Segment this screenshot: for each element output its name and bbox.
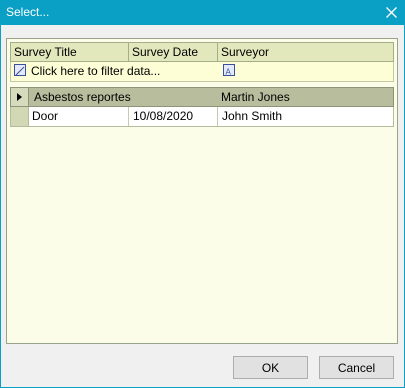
cell-survey-date[interactable]: 10/08/2020	[129, 107, 218, 126]
column-header-survey-date[interactable]: Survey Date	[129, 43, 218, 61]
svg-text:A: A	[226, 68, 232, 77]
title-bar: Select...	[0, 0, 405, 25]
grid-header: Survey Title Survey Date Surveyor	[10, 42, 394, 62]
close-icon	[385, 7, 397, 18]
cell-survey-title[interactable]: Door	[28, 107, 129, 126]
group-row-surveyor: Martin Jones	[221, 90, 290, 104]
cancel-button[interactable]: Cancel	[319, 356, 394, 379]
group-row[interactable]: Asbestos reportes Martin Jones	[10, 87, 394, 107]
arrow-right-icon	[17, 93, 22, 101]
table-row[interactable]: Door 10/08/2020 John Smith	[10, 107, 394, 127]
close-button[interactable]	[377, 0, 405, 25]
filter-placeholder[interactable]: Click here to filter data...	[31, 64, 160, 78]
column-header-survey-title[interactable]: Survey Title	[11, 43, 129, 61]
window-title: Select...	[6, 5, 50, 19]
column-header-surveyor[interactable]: Surveyor	[218, 43, 393, 61]
data-grid: Survey Title Survey Date Surveyor Click …	[6, 38, 398, 344]
filter-icon[interactable]	[14, 64, 26, 76]
filter-row[interactable]: Click here to filter data... A	[10, 62, 394, 82]
group-row-title: Asbestos reportes	[34, 90, 131, 104]
text-filter-icon[interactable]: A	[223, 64, 235, 77]
row-selector[interactable]	[11, 107, 29, 126]
ok-button[interactable]: OK	[233, 356, 308, 379]
cell-surveyor[interactable]: John Smith	[218, 107, 393, 126]
current-row-indicator	[11, 88, 29, 106]
